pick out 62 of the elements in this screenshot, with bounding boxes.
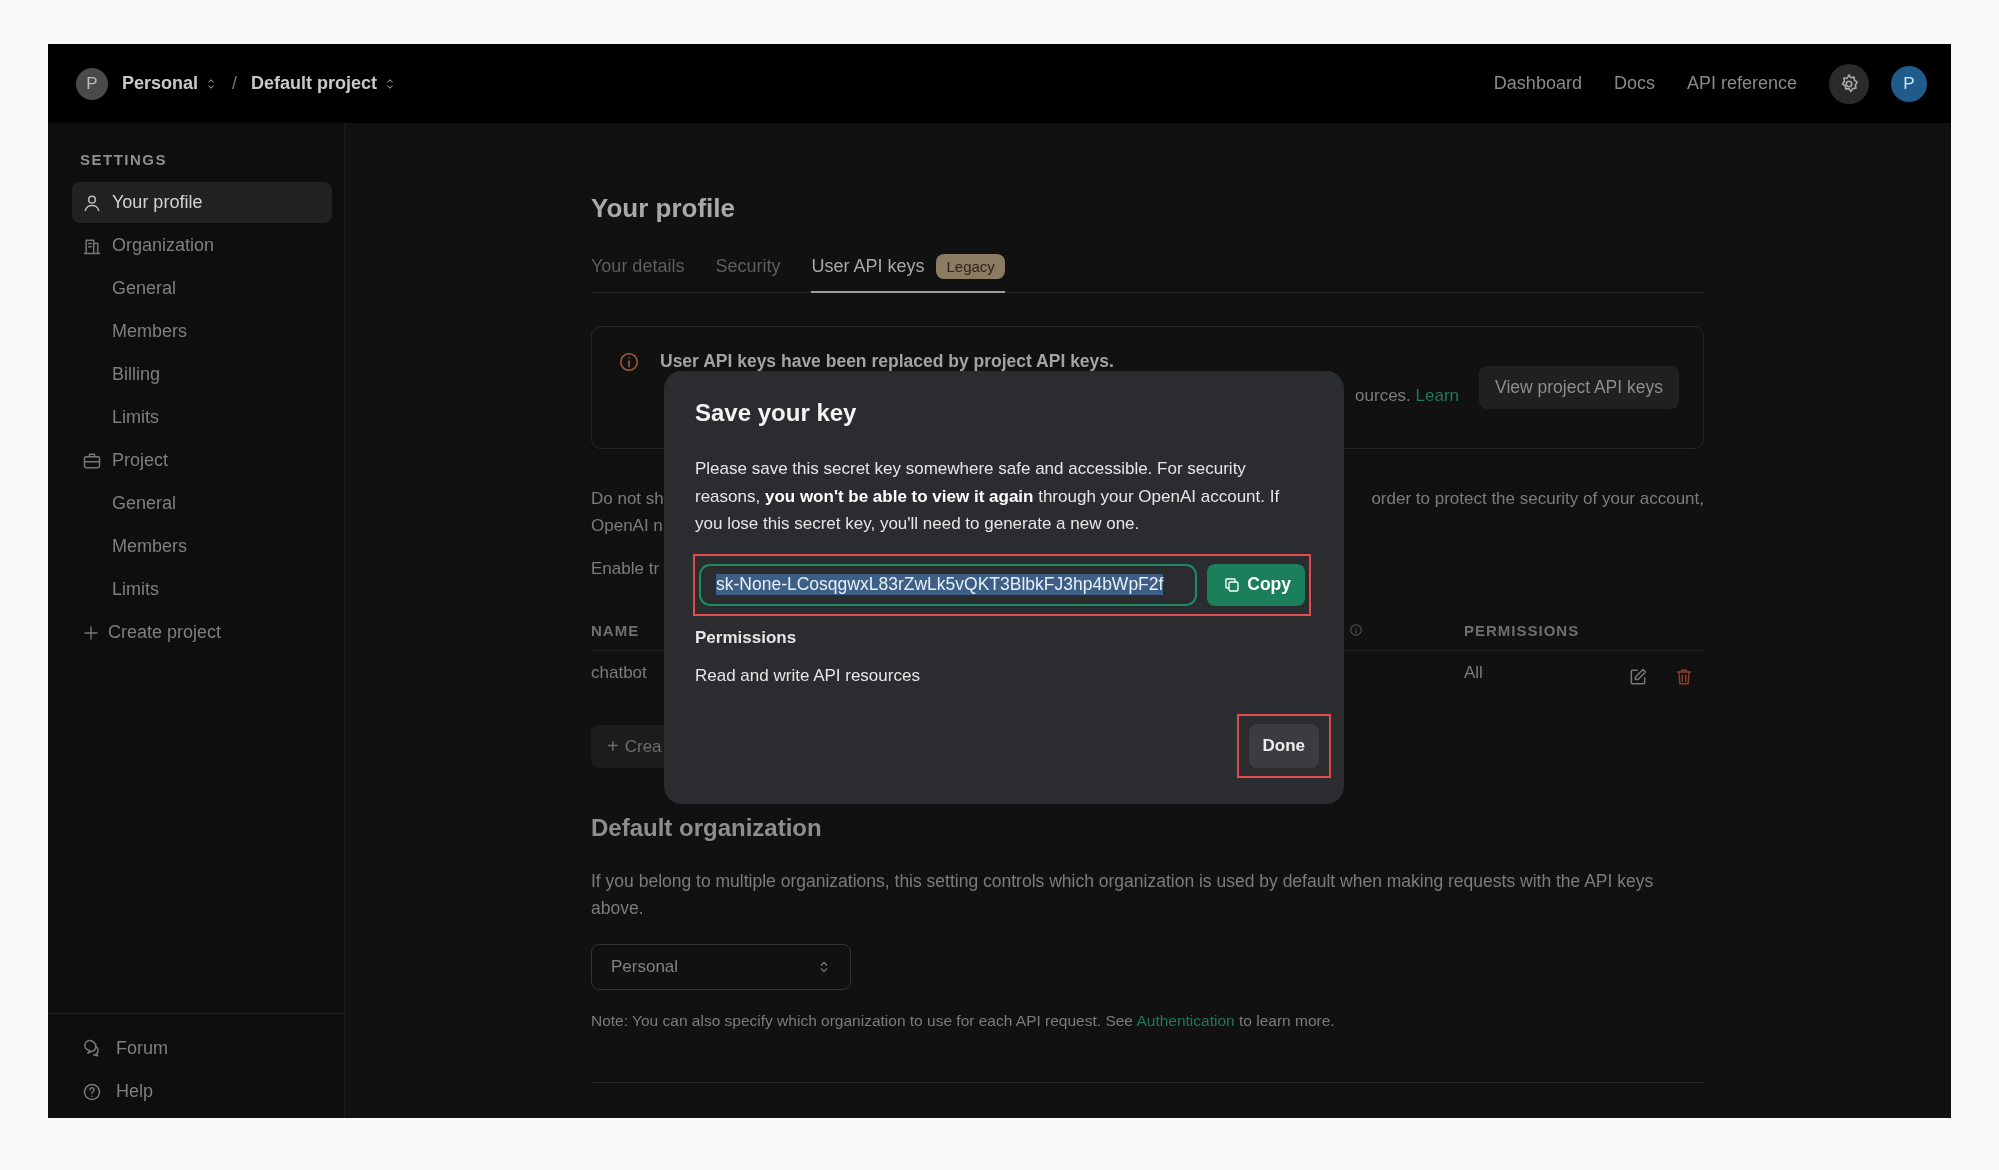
sidebar-item[interactable]: Organization bbox=[72, 225, 332, 266]
column-header: NAME bbox=[591, 621, 640, 639]
avatar[interactable]: P bbox=[76, 67, 108, 100]
notice-title: User API keys have been replaced by project API keys. bbox=[660, 351, 1115, 372]
pencil-icon bbox=[1628, 667, 1648, 687]
plus-icon bbox=[82, 623, 100, 642]
sidebar-item[interactable]: Billing bbox=[72, 354, 332, 395]
table-cell: chatbot bbox=[591, 663, 647, 683]
dialog-title: Save your key bbox=[695, 399, 858, 427]
help-icon bbox=[82, 1081, 102, 1102]
paragraph-text: order to protect the security of your account, bbox=[1371, 488, 1704, 510]
field-label: Permissions bbox=[695, 627, 798, 648]
section-heading: SETTINGS bbox=[80, 151, 168, 168]
copy-icon bbox=[1223, 575, 1242, 594]
sidebar-item[interactable]: Project bbox=[72, 440, 332, 481]
nav-link[interactable]: Docs bbox=[1613, 73, 1655, 94]
sidebar-item[interactable]: Your profile bbox=[72, 182, 332, 223]
info-icon bbox=[1349, 623, 1363, 637]
permissions-text: Read and write API resources bbox=[695, 665, 921, 686]
column-header: PERMISSIONS bbox=[1464, 621, 1580, 639]
sidebar-item[interactable]: Forum bbox=[72, 1028, 332, 1069]
tab[interactable]: Security bbox=[715, 254, 781, 293]
edit-button[interactable] bbox=[1628, 667, 1648, 687]
paragraph-text: Enable tr bbox=[591, 558, 660, 580]
done-button[interactable]: Done bbox=[1248, 723, 1319, 768]
info-icon bbox=[618, 351, 640, 373]
delete-button[interactable] bbox=[1674, 667, 1694, 687]
dialog-text: Please save this secret key somewhere safe and accessible. For security reasons, you won't be able to view it again through your OpenAI account. If you lose this secret key, you'll need to generate a new one. bbox=[695, 458, 1281, 535]
chat-bubbles-icon bbox=[82, 1038, 102, 1059]
page-title: Your profile bbox=[591, 193, 736, 224]
sidebar-item[interactable]: General bbox=[72, 483, 332, 524]
sidebar-item[interactable]: Members bbox=[72, 311, 332, 352]
paragraph-text: Do not sh bbox=[591, 488, 664, 510]
paragraph-text: OpenAI n bbox=[591, 515, 663, 537]
section-title: Default organization bbox=[591, 814, 823, 842]
paragraph-text: If you belong to multiple organizations, this setting controls which organization is used by default when making requests with the API keys above. bbox=[591, 870, 1655, 920]
tab[interactable]: Your details bbox=[591, 254, 685, 293]
breadcrumb-separator: / bbox=[232, 73, 238, 94]
note-text: Note: You can also specify which organization to use for each API request. See Authentication to learn more. bbox=[591, 1012, 1336, 1030]
user-avatar[interactable]: P bbox=[1891, 65, 1927, 102]
breadcrumb-dropdown[interactable]: Personal bbox=[122, 73, 219, 94]
sidebar-item[interactable]: Limits bbox=[72, 397, 332, 438]
sidebar-item[interactable]: General bbox=[72, 268, 332, 309]
legacy-badge: Legacy bbox=[936, 254, 1005, 279]
copy-button[interactable]: Copy bbox=[1207, 563, 1305, 606]
authentication-link[interactable]: Authentication bbox=[1136, 1012, 1235, 1029]
sidebar-item[interactable]: Members bbox=[72, 526, 332, 567]
nav-link[interactable]: Dashboard bbox=[1493, 73, 1582, 94]
sidebar-item[interactable]: Limits bbox=[72, 569, 332, 610]
table-cell: All bbox=[1464, 663, 1483, 683]
nav-link[interactable]: API reference bbox=[1686, 73, 1797, 94]
organization-select[interactable]: Personal bbox=[591, 944, 851, 990]
breadcrumb-dropdown[interactable]: Default project bbox=[251, 73, 398, 94]
view-keys-button[interactable]: View project API keys bbox=[1479, 366, 1679, 409]
notice-text: ources. Learn bbox=[1355, 386, 1460, 406]
trash-icon bbox=[1674, 667, 1694, 687]
settings-button[interactable] bbox=[1829, 63, 1869, 104]
tab[interactable]: User API keys Legacy bbox=[811, 254, 1005, 293]
sidebar-item[interactable]: Help bbox=[72, 1071, 332, 1112]
sidebar-item[interactable]: Create project bbox=[72, 612, 332, 653]
learn-link[interactable]: Learn bbox=[1415, 386, 1460, 405]
secret-key-field[interactable]: sk-None-LCosqgwxL83rZwLk5vQKT3BlbkFJ3hp4bWpF2f bbox=[699, 563, 1198, 606]
